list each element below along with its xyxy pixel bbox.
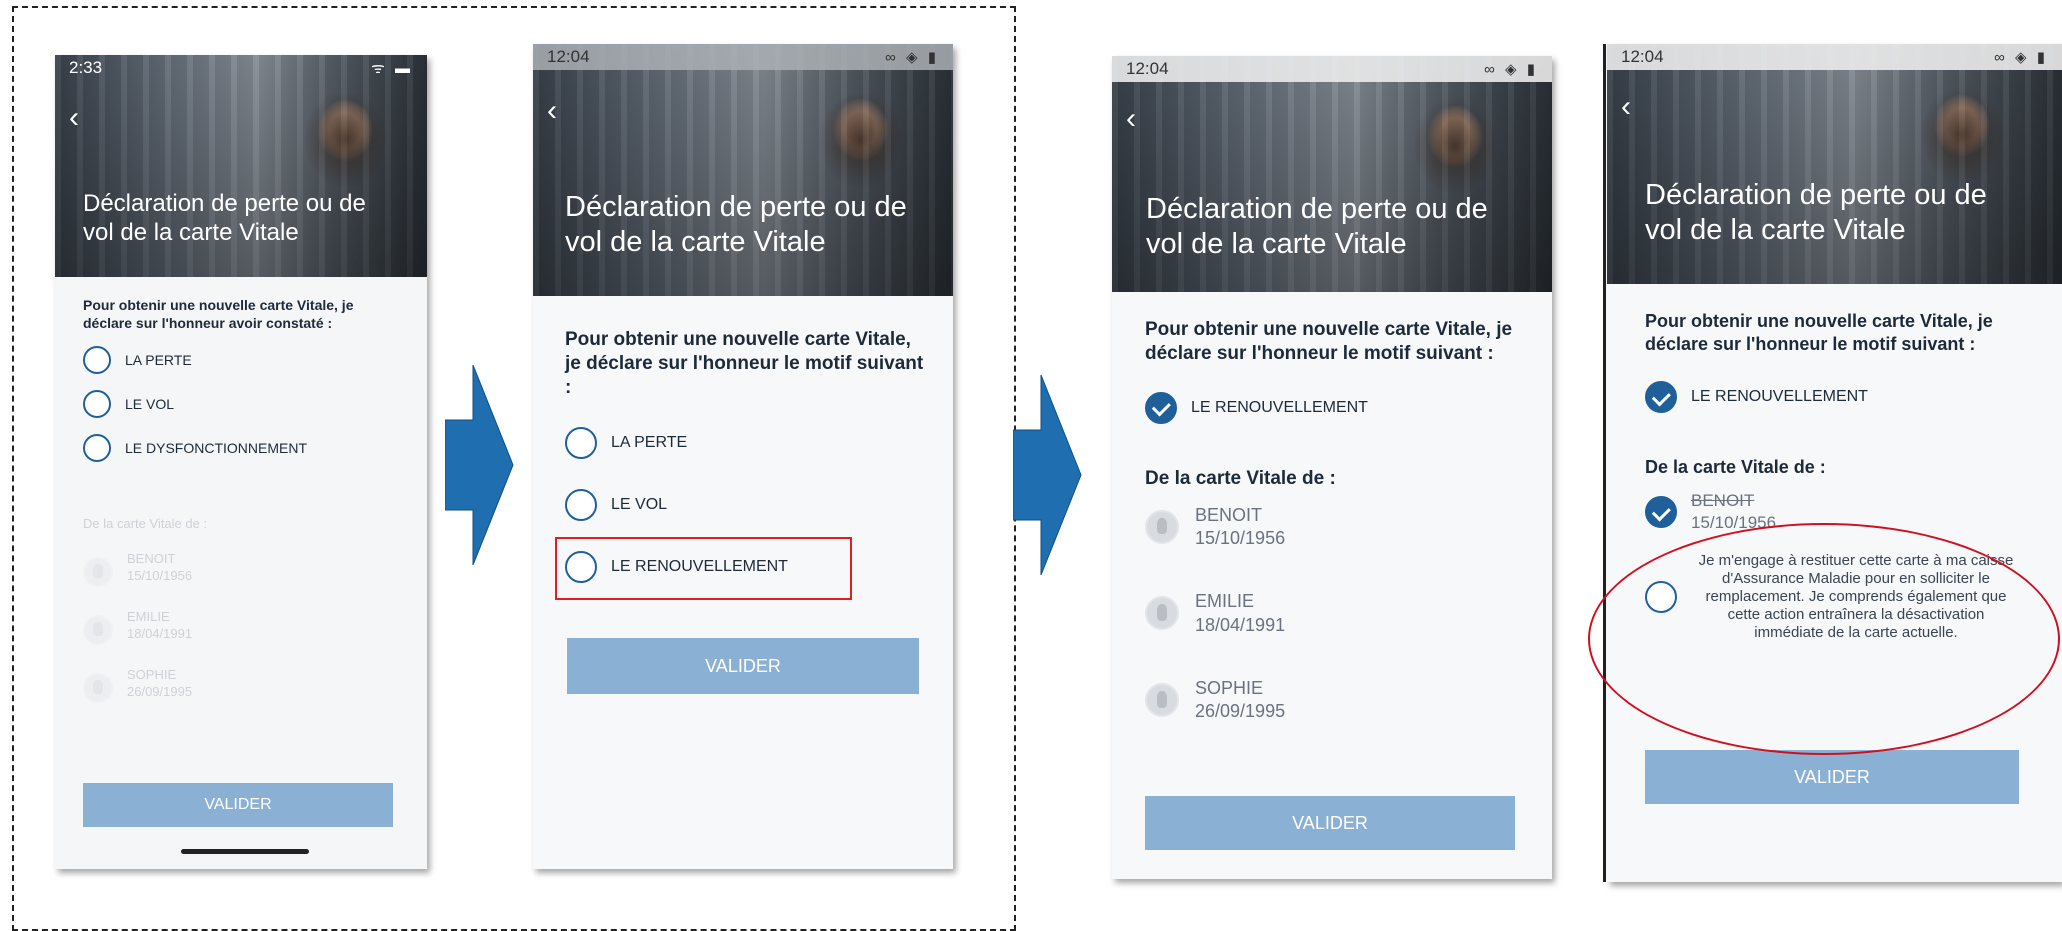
phone-screen-renewal: 12:04 ∞ ◈ ▮ ‹ Déclaration de perte ou de… (1112, 56, 1552, 879)
option-dysfonctionnement[interactable]: LE DYSFONCTIONNEMENT (83, 434, 399, 462)
option-label: LE RENOUVELLEMENT (1191, 398, 1368, 416)
person-date: 15/10/1956 (127, 567, 193, 583)
option-renouvellement[interactable]: LE RENOUVELLEMENT (1645, 381, 2024, 413)
page-title: Déclaration de perte ou de vol de la car… (83, 190, 366, 246)
option-perte[interactable]: LA PERTE (83, 346, 399, 374)
person-row[interactable]: SOPHIE 26/09/1995 (83, 667, 399, 703)
page-title: Déclaration de perte ou de vol de la car… (565, 191, 907, 258)
option-label: LE DYSFONCTIONNEMENT (125, 440, 308, 456)
status-bar: 12:04 ∞ ◈ ▮ (533, 44, 953, 70)
person-row[interactable]: SOPHIE 26/09/1995 (1145, 677, 1519, 724)
status-icons: ∞ ◈ ▮ (1484, 61, 1538, 78)
person-icon (1145, 683, 1179, 718)
person-icon (1145, 509, 1179, 544)
person-icon (83, 557, 113, 587)
option-perte[interactable]: LA PERTE (565, 427, 921, 460)
check-icon[interactable] (1645, 496, 1677, 528)
person-name: BENOIT (1691, 491, 1755, 510)
person-row[interactable]: BENOIT 15/10/1956 (1145, 504, 1519, 551)
option-vol[interactable]: LE VOL (565, 489, 921, 522)
back-icon[interactable]: ‹ (1621, 92, 1631, 122)
person-name: SOPHIE (1195, 678, 1264, 699)
status-time: 12:04 (1621, 47, 1664, 66)
section-title: De la carte Vitale de : (83, 516, 208, 531)
person-name: EMILIE (1195, 591, 1255, 612)
intro-text: Pour obtenir une nouvelle carte Vitale, … (1645, 311, 1993, 354)
back-icon[interactable]: ‹ (69, 103, 79, 133)
hero-image: 2:33 ᯤ ▬ ‹ Déclaration de perte ou de vo… (55, 55, 427, 277)
option-label: LE VOL (611, 496, 668, 514)
status-time: 12:04 (1126, 59, 1169, 78)
person-date: 15/10/1956 (1195, 527, 1286, 548)
person-name: EMILIE (127, 609, 170, 624)
arrow-right-icon (1013, 375, 1082, 575)
radio-icon[interactable] (83, 434, 111, 462)
radio-icon[interactable] (83, 346, 111, 374)
option-label: LE VOL (125, 396, 175, 412)
hero-image: 12:04 ∞ ◈ ▮ ‹ Déclaration de perte ou de… (1112, 56, 1552, 292)
status-time: 12:04 (547, 47, 590, 66)
highlight-box (555, 537, 852, 600)
person-row[interactable]: EMILIE 18/04/1991 (1145, 590, 1519, 637)
option-vol[interactable]: LE VOL (83, 390, 399, 418)
phone-screen-old: 2:33 ᯤ ▬ ‹ Déclaration de perte ou de vo… (55, 55, 427, 869)
person-date: 18/04/1991 (1195, 614, 1286, 635)
validate-button[interactable]: VALIDER (1645, 750, 2019, 804)
status-icons: ∞ ◈ ▮ (1994, 49, 2048, 66)
person-icon (1145, 596, 1179, 631)
back-icon[interactable]: ‹ (1126, 104, 1136, 134)
person-name: BENOIT (127, 551, 176, 566)
section-title: De la carte Vitale de : (1645, 457, 1826, 477)
option-renouvellement[interactable]: LE RENOUVELLEMENT (1145, 391, 1519, 424)
divider (1603, 44, 1606, 882)
radio-icon[interactable] (83, 390, 111, 418)
arrow-right-icon (445, 365, 514, 565)
highlight-ellipse (1588, 523, 2060, 755)
phone-screen-new: 12:04 ∞ ◈ ▮ ‹ Déclaration de perte ou de… (533, 44, 953, 869)
radio-icon[interactable] (565, 427, 597, 460)
person-row[interactable]: EMILIE 18/04/1991 (83, 609, 399, 645)
status-bar: 2:33 ᯤ ▬ (55, 55, 427, 81)
check-icon[interactable] (1145, 391, 1177, 424)
radio-icon[interactable] (565, 489, 597, 522)
check-icon[interactable] (1645, 381, 1677, 413)
status-icons: ᯤ ▬ (371, 60, 413, 77)
option-label: LA PERTE (611, 434, 688, 452)
validate-button[interactable]: VALIDER (1145, 796, 1515, 850)
person-date: 26/09/1995 (1195, 701, 1286, 722)
back-icon[interactable]: ‹ (547, 96, 557, 126)
page-title: Déclaration de perte ou de vol de la car… (1146, 193, 1488, 260)
status-icons: ∞ ◈ ▮ (885, 49, 939, 66)
validate-button[interactable]: VALIDER (567, 638, 919, 694)
status-time: 2:33 (69, 58, 103, 77)
intro-text: Pour obtenir une nouvelle carte Vitale, … (83, 297, 354, 331)
page-title: Déclaration de perte ou de vol de la car… (1645, 179, 1987, 246)
home-indicator (181, 849, 309, 854)
hero-image: 12:04 ∞ ◈ ▮ ‹ Déclaration de perte ou de… (1607, 44, 2062, 284)
person-name: BENOIT (1195, 504, 1263, 525)
option-label: LE RENOUVELLEMENT (1691, 388, 1868, 405)
person-row[interactable]: BENOIT 15/10/1956 (83, 551, 399, 587)
hero-image: 12:04 ∞ ◈ ▮ ‹ Déclaration de perte ou de… (533, 44, 953, 296)
person-icon (83, 615, 113, 645)
person-date: 26/09/1995 (127, 683, 193, 699)
person-icon (83, 673, 113, 703)
intro-text: Pour obtenir une nouvelle carte Vitale, … (565, 329, 924, 398)
validate-button[interactable]: VALIDER (83, 783, 393, 827)
phone-screen-engagement: 12:04 ∞ ◈ ▮ ‹ Déclaration de perte ou de… (1607, 44, 2062, 882)
person-name: SOPHIE (127, 667, 177, 682)
option-label: LA PERTE (125, 352, 192, 368)
status-bar: 12:04 ∞ ◈ ▮ (1607, 44, 2062, 70)
person-date: 18/04/1991 (127, 625, 193, 641)
status-bar: 12:04 ∞ ◈ ▮ (1112, 56, 1552, 82)
section-title: De la carte Vitale de : (1145, 467, 1336, 489)
intro-text: Pour obtenir une nouvelle carte Vitale, … (1145, 319, 1513, 364)
